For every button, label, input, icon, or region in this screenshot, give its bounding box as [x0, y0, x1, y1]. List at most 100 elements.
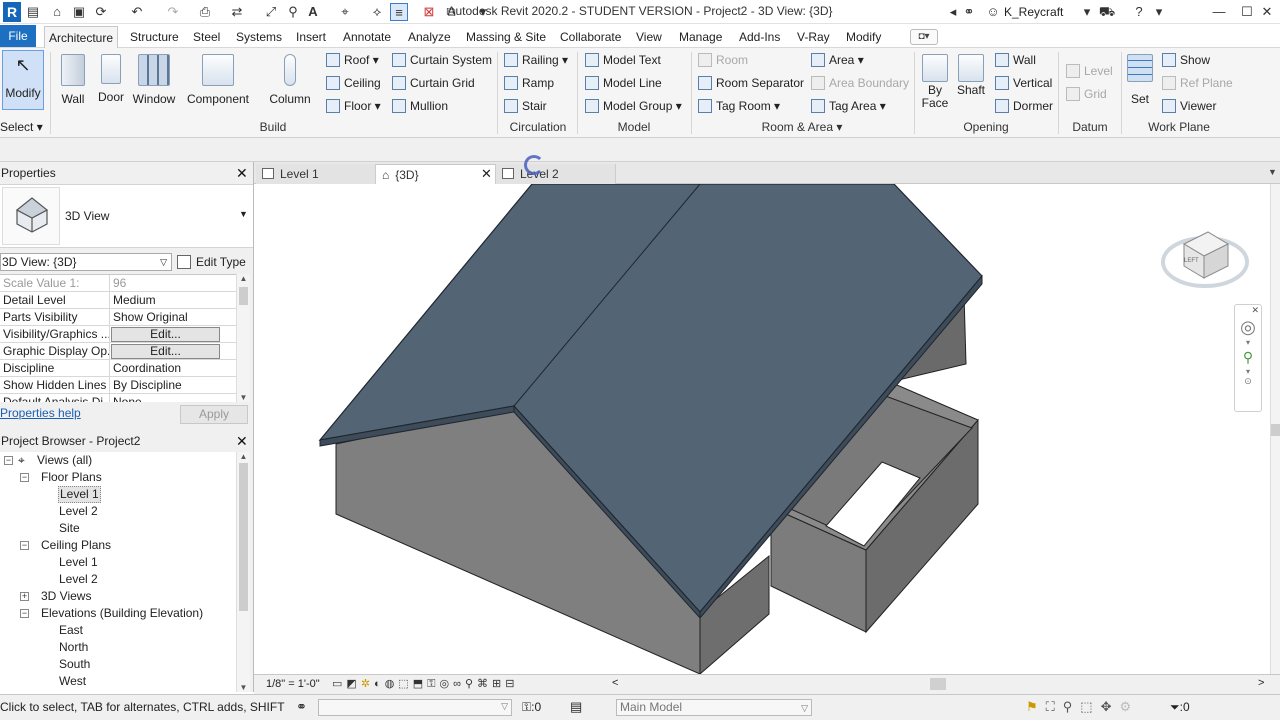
- select-panel-dropdown[interactable]: Select ▾: [0, 120, 43, 134]
- temporary-hide-icon[interactable]: ◎: [439, 678, 453, 690]
- view-tab-close-icon[interactable]: ✕: [481, 166, 492, 182]
- tab-steel[interactable]: Steel: [189, 26, 224, 48]
- property-row[interactable]: Detail Level Medium: [0, 292, 236, 309]
- property-row[interactable]: Graphic Display Op... Edit...: [0, 343, 236, 360]
- steering-wheel-icon[interactable]: ◎: [1235, 316, 1261, 338]
- tree-item[interactable]: Site: [0, 520, 236, 537]
- user-icon[interactable]: ☺: [984, 3, 1002, 21]
- browser-scrollbar[interactable]: ▲ ▼: [236, 452, 250, 692]
- close-hidden-windows-icon[interactable]: ⊠: [420, 3, 438, 21]
- tree-item[interactable]: Level 1: [0, 554, 236, 571]
- switch-windows-icon[interactable]: ⧉: [442, 3, 460, 21]
- filter-count[interactable]: ⏷:0: [1170, 700, 1190, 715]
- project-browser-close-icon[interactable]: ✕: [236, 433, 248, 450]
- view-tab-level-1[interactable]: Level 1: [256, 164, 376, 184]
- ramp-button[interactable]: Ramp: [504, 73, 554, 93]
- tag-area-button[interactable]: Tag Area ▾: [811, 96, 886, 116]
- browser-scroll-up-icon[interactable]: ▲: [237, 452, 250, 461]
- select-links-icon[interactable]: ⚑: [1026, 699, 1046, 714]
- room-area-panel-dropdown[interactable]: Room & Area ▾: [752, 120, 852, 134]
- shadows-icon[interactable]: ◐: [374, 678, 385, 690]
- hscroll-right-icon[interactable]: >: [1258, 677, 1264, 689]
- railing-button[interactable]: Railing ▾: [504, 50, 568, 70]
- model-line-button[interactable]: Model Line: [585, 73, 662, 93]
- tab-v-ray[interactable]: V-Ray: [793, 26, 834, 48]
- tab-massing-site[interactable]: Massing & Site: [462, 26, 550, 48]
- zoom-region-icon[interactable]: ⚲: [1235, 347, 1261, 367]
- tag-icon[interactable]: ⚲: [284, 3, 302, 21]
- render-icon[interactable]: ◍: [385, 678, 399, 690]
- user-name[interactable]: K_Reycraft: [1004, 5, 1063, 19]
- properties-help-link[interactable]: Properties help: [0, 406, 81, 420]
- tree-item[interactable]: − Ceiling Plans: [0, 537, 236, 554]
- tree-item[interactable]: West: [0, 673, 236, 690]
- collapse-icon[interactable]: −: [20, 541, 29, 550]
- scrollbar-thumb[interactable]: [239, 287, 248, 305]
- background-process-icon[interactable]: ⚙: [1120, 699, 1140, 714]
- show-work-plane-button[interactable]: Show: [1162, 50, 1210, 70]
- crop-view-icon[interactable]: ⬚: [398, 678, 412, 690]
- tag-room-button[interactable]: Tag Room ▾: [698, 96, 780, 116]
- tree-item[interactable]: − ⌖ Views (all): [0, 452, 236, 469]
- property-row[interactable]: Discipline Coordination: [0, 360, 236, 377]
- tab-analyze[interactable]: Analyze: [404, 26, 455, 48]
- tree-item[interactable]: Level 2: [0, 503, 236, 520]
- roof-button[interactable]: Roof ▾: [326, 50, 379, 70]
- stair-button[interactable]: Stair: [504, 96, 547, 116]
- ref-plane-button[interactable]: Ref Plane: [1162, 73, 1233, 93]
- cart-icon[interactable]: ⛟: [1098, 3, 1116, 21]
- tab-modify[interactable]: Modify: [842, 26, 885, 48]
- tab-add-ins[interactable]: Add-Ins: [735, 26, 784, 48]
- ceiling-button[interactable]: Ceiling: [326, 73, 381, 93]
- property-row[interactable]: Visibility/Graphics ... Edit...: [0, 326, 236, 343]
- dormer-opening-button[interactable]: Dormer: [995, 96, 1053, 116]
- model-text-button[interactable]: Model Text: [585, 50, 661, 70]
- tree-item[interactable]: − Floor Plans: [0, 469, 236, 486]
- lock-view-icon[interactable]: ⚿: [427, 678, 439, 690]
- save-icon[interactable]: ▣: [70, 3, 88, 21]
- area-button[interactable]: Area ▾: [811, 50, 864, 70]
- text-icon[interactable]: A: [304, 3, 322, 21]
- help-menu-chevron-icon[interactable]: ▾: [1150, 3, 1168, 21]
- model-group-button[interactable]: Model Group ▾: [585, 96, 682, 116]
- collapse-icon[interactable]: −: [20, 473, 29, 482]
- select-pinned-icon[interactable]: ⚲: [1063, 699, 1081, 714]
- reveal-hidden-icon[interactable]: ∞: [453, 678, 465, 690]
- undo-icon[interactable]: ↶: [128, 3, 146, 21]
- tab-file[interactable]: File: [0, 25, 36, 47]
- help-icon[interactable]: ?: [1130, 3, 1148, 21]
- customize-toolbar-icon[interactable]: ▾: [474, 3, 492, 21]
- browser-scroll-down-icon[interactable]: ▼: [237, 683, 250, 692]
- editable-only-toggle[interactable]: ⚿:0: [522, 700, 541, 715]
- shaft-button[interactable]: Shaft: [948, 52, 994, 97]
- property-row[interactable]: Parts Visibility Show Original: [0, 309, 236, 326]
- viewport-vscroll[interactable]: [1270, 184, 1280, 674]
- view-scale[interactable]: 1/8" = 1'-0": [266, 678, 320, 690]
- tree-item[interactable]: Level 1: [0, 486, 236, 503]
- instance-filter-select[interactable]: 3D View: {3D} ▽: [0, 253, 172, 271]
- sun-path-icon[interactable]: ✲: [361, 678, 374, 690]
- room-separator-button[interactable]: Room Separator: [698, 73, 804, 93]
- drag-elements-icon[interactable]: ✥: [1101, 699, 1120, 714]
- worksets-icon[interactable]: ⚭: [296, 699, 307, 715]
- column-button[interactable]: Column: [267, 52, 313, 106]
- nav-bar-options-icon[interactable]: ⊙: [1235, 376, 1261, 387]
- 3d-view-icon[interactable]: ⌖: [336, 3, 354, 21]
- properties-close-icon[interactable]: ✕: [236, 165, 248, 182]
- viewport-hscroll-thumb[interactable]: [930, 678, 946, 690]
- section-icon[interactable]: ⟡: [368, 3, 386, 21]
- worksharing-icon[interactable]: ⚲: [465, 678, 477, 690]
- hscroll-left-icon[interactable]: <: [612, 677, 618, 689]
- reveal-constraints-icon[interactable]: ⊟: [505, 678, 518, 690]
- highlight-displacement-icon[interactable]: ⊞: [492, 678, 505, 690]
- measure-icon[interactable]: ⇄: [228, 3, 246, 21]
- scroll-up-icon[interactable]: ▲: [237, 274, 250, 283]
- property-edit-button[interactable]: Edit...: [111, 327, 220, 342]
- design-option-select[interactable]: Main Model ▽: [616, 699, 812, 716]
- view-tabs-overflow-icon[interactable]: ▼: [1268, 167, 1277, 177]
- analytical-model-icon[interactable]: ⌘: [477, 678, 492, 690]
- properties-scrollbar[interactable]: ▲ ▼: [236, 274, 250, 402]
- tree-item[interactable]: Level 2: [0, 571, 236, 588]
- set-work-plane-button[interactable]: Set: [1117, 52, 1163, 106]
- collapse-icon[interactable]: −: [4, 456, 13, 465]
